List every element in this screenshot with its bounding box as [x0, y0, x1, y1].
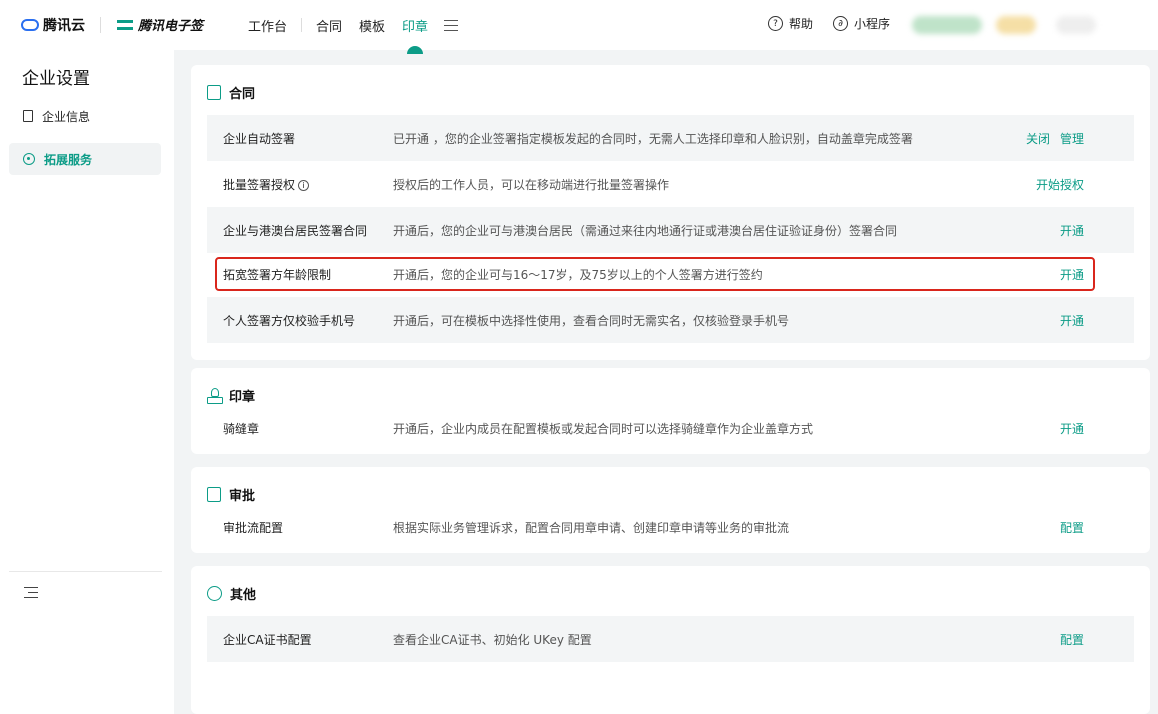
- stamp-icon: [207, 388, 223, 404]
- cloud-icon: [21, 19, 39, 31]
- esign-logo[interactable]: 腾讯电子签: [117, 15, 203, 34]
- contract-doc-icon: [207, 85, 221, 100]
- extension-icon: [23, 153, 35, 165]
- help-icon: ?: [768, 16, 783, 31]
- service-name: 拓宽签署方年龄限制: [223, 267, 332, 282]
- tencent-cloud-logo[interactable]: 腾讯云: [21, 15, 85, 35]
- close-button[interactable]: 关闭: [1026, 130, 1050, 147]
- service-name: 企业自动签署: [223, 131, 296, 146]
- approval-section: 审批 审批流配置 根据实际业务管理诉求，配置合同用章申请、创建印章申请等业务的审…: [191, 467, 1150, 553]
- section-header: 合同: [207, 83, 255, 102]
- miniprogram-icon: ∂: [833, 16, 849, 31]
- manage-button[interactable]: 管理: [1060, 130, 1084, 147]
- service-name: 企业与港澳台居民签署合同: [223, 223, 368, 238]
- blurred-user-name[interactable]: [1056, 16, 1096, 34]
- nav-template[interactable]: 模板: [359, 16, 385, 35]
- service-name: 企业CA证书配置: [223, 632, 312, 647]
- service-row: 个人签署方仅校验手机号 开通后，可在模板中选择性使用，查看合同时无需实名，仅核验…: [207, 297, 1134, 343]
- blurred-user-badge[interactable]: [996, 16, 1036, 34]
- service-row: 企业自动签署 已开通 ，您的企业签署指定模板发起的合同时，无需人工选择印章和人脸…: [207, 115, 1134, 161]
- service-desc: 授权后的工作人员，可以在移动端进行批量签署操作: [393, 177, 670, 192]
- service-name: 批量签署授权 i: [223, 176, 310, 193]
- configure-button[interactable]: 配置: [1060, 519, 1084, 536]
- service-name: 个人签署方仅校验手机号: [223, 313, 356, 328]
- nav-contract[interactable]: 合同: [316, 16, 342, 35]
- sidebar: 企业设置 企业信息 拓展服务: [0, 50, 174, 714]
- sidebar-item-enterprise-info[interactable]: 企业信息: [9, 100, 161, 132]
- help-link[interactable]: 帮助: [789, 15, 813, 32]
- top-navbar: 腾讯云 腾讯电子签 工作台 合同 模板 印章 ? 帮助 ∂ 小程序: [0, 0, 1158, 50]
- top-right-tools: ? 帮助 ∂ 小程序: [768, 15, 890, 32]
- seal-section: 印章 骑缝章 开通后，企业内成员在配置模板或发起合同时可以选择骑缝章作为企业盖章…: [191, 368, 1150, 454]
- brand-cloud-label: 腾讯云: [43, 18, 85, 34]
- section-header: 印章: [207, 386, 255, 405]
- service-row: 拓宽签署方年龄限制 开通后，您的企业可与16～17岁，及75岁以上的个人签署方进…: [207, 251, 1134, 297]
- sidebar-item-extension-services[interactable]: 拓展服务: [9, 143, 161, 175]
- enable-button[interactable]: 开通: [1060, 312, 1084, 329]
- enable-button[interactable]: 开通: [1060, 266, 1084, 283]
- service-desc: 开通后，您的企业可与港澳台居民（需通过来往内地通行证或港澳台居住证验证身份）签署…: [393, 223, 898, 238]
- contract-section: 合同 企业自动签署 已开通 ，您的企业签署指定模板发起的合同时，无需人工选择印章…: [191, 65, 1150, 360]
- sidebar-item-label: 企业信息: [42, 109, 91, 124]
- section-title: 其他: [230, 588, 257, 603]
- service-desc: 已开通 ，您的企业签署指定模板发起的合同时，无需人工选择印章和人脸识别，自动盖章…: [393, 131, 913, 146]
- service-desc: 开通后，您的企业可与16～17岁，及75岁以上的个人签署方进行签约: [393, 267, 763, 282]
- service-row: 企业CA证书配置 查看企业CA证书、初始化 UKey 配置 配置: [207, 616, 1134, 662]
- section-title: 合同: [229, 87, 256, 102]
- section-header: 审批: [207, 485, 255, 504]
- sidebar-item-label: 拓展服务: [44, 152, 93, 167]
- service-desc: 根据实际业务管理诉求，配置合同用章申请、创建印章申请等业务的审批流: [393, 520, 790, 535]
- enable-button[interactable]: 开通: [1060, 222, 1084, 239]
- brand-esign-label: 腾讯电子签: [138, 19, 204, 34]
- document-icon: [23, 110, 33, 122]
- miniprogram-link[interactable]: 小程序: [854, 15, 890, 32]
- service-row: 企业与港澳台居民签署合同 开通后，您的企业可与港澳台居民（需通过来往内地通行证或…: [207, 207, 1134, 253]
- nav-workbench[interactable]: 工作台: [248, 16, 287, 35]
- service-desc: 开通后，可在模板中选择性使用，查看合同时无需实名，仅核验登录手机号: [393, 313, 790, 328]
- start-authorize-button[interactable]: 开始授权: [1036, 176, 1084, 193]
- nav-divider: [301, 18, 303, 32]
- service-desc: 查看企业CA证书、初始化 UKey 配置: [393, 632, 592, 647]
- sidebar-divider: [9, 571, 162, 572]
- other-section: 其他 企业CA证书配置 查看企业CA证书、初始化 UKey 配置 配置: [191, 566, 1150, 714]
- menu-icon[interactable]: [444, 19, 459, 31]
- configure-button[interactable]: 配置: [1060, 631, 1084, 648]
- section-title: 印章: [229, 390, 256, 405]
- more-icon: [207, 586, 222, 601]
- blurred-account-badge[interactable]: [912, 16, 982, 34]
- section-header: 其他: [207, 584, 256, 603]
- service-name: 审批流配置: [223, 520, 284, 535]
- nav-seal[interactable]: 印章: [402, 16, 428, 35]
- service-row: 审批流配置 根据实际业务管理诉求，配置合同用章申请、创建印章申请等业务的审批流 …: [207, 504, 1134, 550]
- main-nav: 工作台 合同 模板 印章: [248, 0, 459, 50]
- service-row: 骑缝章 开通后，企业内成员在配置模板或发起合同时可以选择骑缝章作为企业盖章方式 …: [207, 405, 1134, 451]
- collapse-sidebar-icon[interactable]: [24, 587, 38, 599]
- service-row: 批量签署授权 i 授权后的工作人员，可以在移动端进行批量签署操作 开始授权: [207, 161, 1134, 207]
- service-desc: 开通后，企业内成员在配置模板或发起合同时可以选择骑缝章作为企业盖章方式: [393, 421, 814, 436]
- sidebar-title: 企业设置: [22, 69, 90, 89]
- service-name: 骑缝章: [223, 421, 260, 436]
- logo-divider: [100, 17, 101, 33]
- info-icon[interactable]: i: [298, 179, 310, 191]
- approval-doc-icon: [207, 487, 221, 502]
- enable-button[interactable]: 开通: [1060, 420, 1084, 437]
- section-title: 审批: [229, 489, 256, 504]
- esign-mark-icon: [117, 18, 133, 32]
